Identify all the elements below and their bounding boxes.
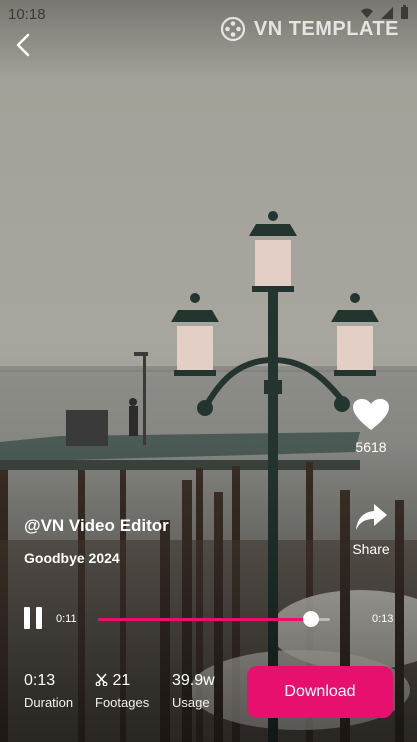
share-arrow-icon (356, 504, 387, 530)
total-time: 0:13 (372, 613, 394, 625)
pause-button[interactable] (24, 607, 46, 629)
like-count: 5618 (355, 439, 387, 455)
footages-label: Footages (95, 695, 150, 710)
duration-stat: 0:13 Duration (24, 672, 73, 710)
footages-value: 21 (112, 672, 131, 689)
share-button[interactable]: Share (348, 502, 394, 557)
back-button[interactable] (12, 32, 36, 58)
duration-value: 0:13 (24, 672, 56, 689)
progress-fill (98, 618, 312, 621)
current-time: 0:11 (56, 613, 77, 625)
status-time: 10:18 (8, 6, 46, 23)
battery-icon (401, 5, 408, 19)
duration-label: Duration (24, 695, 74, 710)
usage-stat: 39.9w Usage (172, 672, 215, 710)
footages-value-row: 21 (95, 672, 149, 690)
footages-stat: 21 Footages (95, 672, 149, 710)
chevron-left-icon (16, 33, 30, 57)
like-button[interactable]: 5618 (350, 398, 392, 455)
film-reel-icon (220, 16, 245, 42)
download-button[interactable]: Download (247, 666, 393, 718)
heart-icon (353, 399, 389, 430)
vn-template-watermark: VN TEMPLATE (220, 16, 399, 42)
progress-slider[interactable] (98, 611, 330, 627)
watermark-text: VN TEMPLATE (253, 17, 399, 40)
usage-label: Usage (172, 695, 210, 710)
scissors-icon (95, 673, 108, 687)
author-name[interactable]: @VN Video Editor (24, 516, 169, 536)
template-title: Goodbye 2024 (24, 550, 120, 566)
share-label: Share (352, 541, 390, 557)
usage-value: 39.9w (172, 672, 215, 689)
